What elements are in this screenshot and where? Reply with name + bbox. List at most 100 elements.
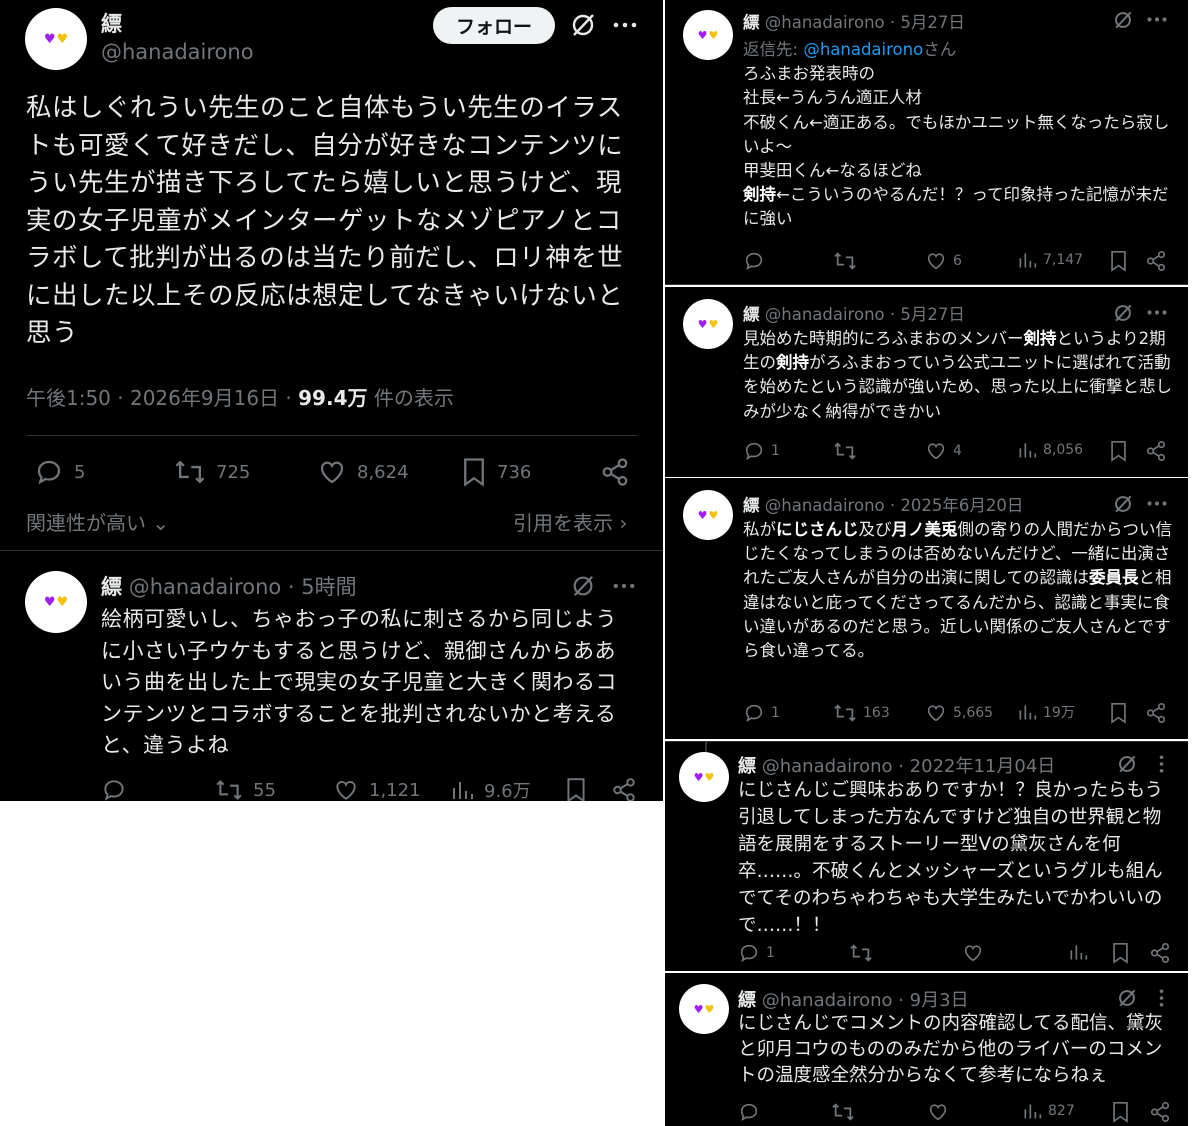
views-button[interactable] (1068, 942, 1094, 962)
avatar[interactable]: ♥ ♥ (679, 752, 729, 802)
yellow-heart-icon: ♥ (708, 28, 719, 42)
like-button[interactable]: 8,624 (317, 457, 409, 487)
share-icon[interactable] (1149, 1101, 1171, 1123)
bookmark-icon[interactable] (1109, 702, 1128, 724)
author-handle[interactable]: @hanadairono (101, 40, 254, 64)
retweet-button[interactable]: 163 (833, 702, 890, 724)
views-button[interactable]: 827 (1022, 1101, 1075, 1121)
purple-heart-icon: ♥ (697, 317, 708, 331)
reply-button[interactable]: 1 (743, 440, 780, 462)
heart-icon (925, 702, 947, 724)
more-options-icon[interactable] (1147, 310, 1167, 315)
views-button[interactable]: 8,056 (1017, 440, 1083, 460)
avatar[interactable]: ♥ ♥ (679, 984, 729, 1034)
more-options-icon[interactable] (1147, 17, 1167, 22)
retweet-count: 163 (863, 705, 890, 721)
post-author-line[interactable]: 縹 @hanadairono · 9月3日 (738, 986, 969, 1012)
view-quotes-link[interactable]: 引用を表示 › (513, 507, 627, 536)
post-card[interactable]: ♥ ♥ 縹 @hanadairono · 5月27日 見始めた時期的にろふまおのメ… (665, 287, 1188, 477)
retweet-icon (833, 250, 857, 272)
post-author-line[interactable]: 縹 @hanadairono · 5月27日 (743, 9, 965, 33)
like-button[interactable]: 6 (925, 250, 962, 272)
like-button[interactable] (962, 942, 990, 964)
avatar[interactable]: ♥ ♥ (683, 299, 733, 349)
share-icon[interactable] (600, 457, 630, 487)
analytics-icon (1017, 250, 1037, 270)
grok-icon[interactable] (570, 12, 596, 38)
retweet-button[interactable] (849, 942, 879, 964)
reply-button[interactable] (101, 777, 137, 801)
avatar[interactable]: ♥ ♥ (683, 10, 733, 60)
like-count: 1,121 (369, 779, 421, 801)
share-icon[interactable] (1145, 440, 1167, 462)
retweet-button[interactable] (831, 1101, 861, 1123)
share-icon[interactable] (1149, 942, 1171, 964)
bookmark-icon[interactable] (1109, 440, 1128, 462)
retweet-icon (833, 440, 857, 462)
grok-icon[interactable] (1113, 303, 1133, 323)
bookmark-icon[interactable] (1111, 942, 1130, 964)
post-author-line[interactable]: 縹 @hanadairono · 2022年11月04日 (738, 752, 1055, 778)
bookmark-icon[interactable] (1111, 1101, 1130, 1123)
post-author-line[interactable]: 縹 @hanadairono · 2025年6月20日 (743, 492, 1023, 516)
author-name[interactable]: 縹 (101, 8, 122, 38)
share-icon[interactable] (1145, 250, 1167, 272)
reply-count: 5 (74, 461, 86, 483)
reply-icon (743, 702, 765, 724)
sort-replies-dropdown[interactable]: 関連性が高い ⌄ (26, 507, 169, 536)
views-button[interactable]: 7,147 (1017, 250, 1083, 270)
post-card[interactable]: ♥ ♥ 縹 @hanadairono · 2025年6月20日 私がにじさんじ及び… (665, 478, 1188, 739)
yellow-heart-icon: ♥ (708, 508, 719, 522)
views-button[interactable]: 9.6万 (450, 777, 531, 801)
post-card[interactable]: ♥ ♥ 縹 @hanadairono · 2022年11月04日 にじさんじご興味… (665, 741, 1188, 971)
reply-button[interactable] (738, 1101, 766, 1123)
reply-button[interactable]: 1 (743, 702, 780, 724)
post-author-line[interactable]: 縹 @hanadairono · 5月27日 (743, 301, 965, 325)
grok-icon[interactable] (1113, 494, 1133, 514)
grok-icon[interactable] (1117, 754, 1137, 774)
reply-button[interactable]: 5 (34, 457, 85, 487)
bookmark-icon[interactable] (1109, 250, 1128, 272)
purple-heart-icon: ♥ (43, 31, 56, 47)
avatar[interactable]: ♥ ♥ (25, 8, 87, 70)
retweet-button[interactable] (833, 440, 863, 462)
post-card[interactable]: ♥ ♥ 縹 @hanadairono · 5月27日 返信先: @hanadair… (665, 0, 1188, 285)
retweet-icon (215, 777, 243, 801)
like-button[interactable]: 4 (925, 440, 962, 462)
more-options-icon[interactable] (1159, 755, 1164, 773)
more-options-icon[interactable] (613, 22, 637, 28)
tweet-timestamp[interactable]: 午後1:50 · 2026年9月16日 · (26, 386, 298, 410)
views-button[interactable]: 19万 (1017, 702, 1075, 722)
reply-button[interactable]: 1 (738, 942, 775, 964)
share-icon[interactable] (1145, 702, 1167, 724)
analytics-icon (450, 778, 474, 801)
like-button[interactable]: 5,665 (925, 702, 993, 724)
post-card[interactable]: ♥ ♥ 縹 @hanadairono · 9月3日 にじさんじでコメントの内容確認… (665, 973, 1188, 1126)
post-text: にじさんじご興味おありですか！？良かったらもう引退してしまった方なんですけど独自… (738, 780, 1163, 936)
grok-icon[interactable] (1117, 988, 1137, 1008)
post-text: 見始めた時期的にろふまおのメンバー剣持というより2期生の剣持がろふまおっていう公… (743, 329, 1172, 421)
more-options-icon[interactable] (613, 583, 635, 589)
more-options-icon[interactable] (1147, 501, 1167, 506)
avatar[interactable]: ♥ ♥ (25, 571, 87, 633)
bookmark-button[interactable]: 736 (461, 457, 531, 487)
divider (665, 741, 1188, 742)
like-button[interactable]: 1,121 (333, 777, 421, 801)
retweet-button[interactable] (833, 250, 863, 272)
share-icon[interactable] (611, 777, 637, 801)
mention-link[interactable]: @hanadairono (803, 40, 923, 59)
retweet-button[interactable]: 55 (215, 777, 276, 801)
reply-button[interactable] (743, 250, 771, 272)
divider (26, 435, 638, 436)
follow-button[interactable]: フォロー (433, 7, 555, 44)
like-button[interactable] (927, 1101, 955, 1123)
main-thread-panel: ♥ ♥ 縹 @hanadairono フォロー 私はしぐれうい先生のこと自体もうい… (0, 0, 663, 801)
grok-icon[interactable] (571, 574, 595, 598)
reply-author-line[interactable]: 縹 @hanadairono · 5時間 (101, 571, 357, 601)
grok-icon[interactable] (1113, 10, 1133, 30)
retweet-button[interactable]: 725 (174, 457, 250, 487)
more-options-icon[interactable] (1159, 989, 1164, 1007)
bookmark-icon[interactable] (565, 777, 587, 801)
like-count: 8,624 (357, 461, 409, 483)
avatar[interactable]: ♥ ♥ (683, 490, 733, 540)
